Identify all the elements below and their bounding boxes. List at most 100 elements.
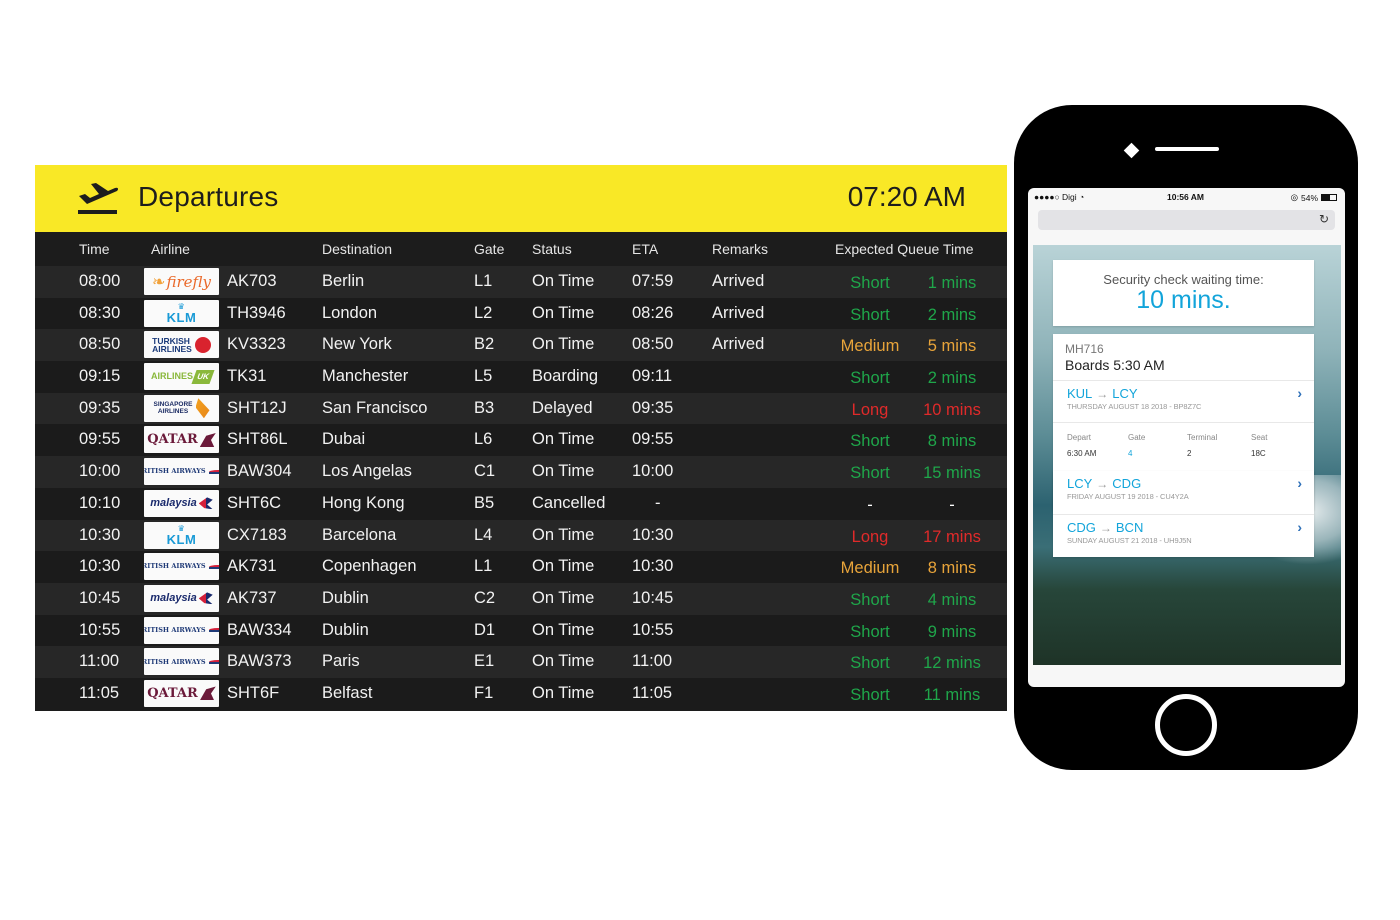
eta: 08:26 — [632, 303, 674, 322]
flight-number: SHT86L — [227, 430, 288, 449]
arrow-right-icon: → — [1096, 477, 1109, 491]
departure-row: 10:30 AK731 Copenhagen L1 On Time 10:30 BRITIS… — [35, 551, 1007, 583]
url-bar[interactable]: ↻ — [1038, 210, 1335, 230]
destination: Dubai — [322, 430, 366, 449]
status: On Time — [532, 303, 595, 322]
departure-time: 09:35 — [79, 398, 121, 417]
queue-time: 8 mins — [927, 432, 977, 451]
eta: 09:11 — [632, 367, 673, 386]
status: On Time — [532, 683, 595, 702]
destination: Paris — [322, 652, 360, 671]
departure-time: 10:30 — [79, 557, 121, 576]
gate: C1 — [474, 462, 496, 481]
status: Delayed — [532, 398, 593, 417]
trip-row[interactable]: LCY → CDG FRIDAY AUGUST 19 2018 - CU4Y2A › — [1053, 471, 1314, 514]
gate: B3 — [474, 398, 495, 417]
destination: Dublin — [322, 588, 369, 607]
gate: B5 — [474, 493, 495, 512]
wifi-icon: ◔ — [1079, 192, 1085, 202]
queue-level: Medium — [840, 337, 900, 356]
route-row[interactable]: KUL → LCY THURSDAY AUGUST 18 2018 - BP8Z7C… — [1053, 380, 1314, 422]
airline-logo: TURKISH AIRLINES — [144, 331, 219, 359]
battery-icon — [1321, 194, 1337, 201]
destination: London — [322, 303, 378, 322]
col-destination: Destination — [322, 241, 393, 257]
status: On Time — [532, 588, 595, 607]
eta: 10:30 — [632, 525, 674, 544]
gate: B2 — [474, 335, 495, 354]
flight-number: AK737 — [227, 588, 277, 607]
flight-number: BAW304 — [227, 462, 292, 481]
destination: New York — [322, 335, 392, 354]
status-time: 10:56 AM — [1167, 192, 1205, 202]
departure-time: 10:45 — [79, 588, 121, 607]
queue-level: Short — [850, 369, 890, 388]
reload-icon[interactable]: ↻ — [1319, 212, 1329, 226]
departure-row: 09:55 SHT86L Dubai L6 On Time 09:55 QATAR Short… — [35, 424, 1007, 457]
eta: 10:30 — [632, 557, 674, 576]
airline-logo: BRITISH AIRWAYS — [144, 553, 219, 581]
gate: L5 — [474, 367, 493, 386]
status: On Time — [532, 557, 595, 576]
queue-time: 2 mins — [927, 369, 977, 388]
battery-status: ◎ 54% — [1291, 192, 1337, 203]
departure-row: 11:05 SHT6F Belfast F1 On Time 11:05 QATAR Shor… — [35, 677, 1007, 710]
flight-number: TK31 — [227, 367, 267, 386]
airline-logo: malaysia — [144, 584, 219, 612]
queue-level: Long — [851, 400, 889, 419]
departures-list: 08:00 AK703 Berlin L1 On Time 07:59 Arrived ❧fi… — [35, 266, 1007, 710]
flight-number: KV3323 — [227, 335, 286, 354]
status: On Time — [532, 272, 595, 290]
airline-logo: ♛ KLM — [144, 521, 219, 549]
destination: Manchester — [322, 367, 409, 386]
airline-logo: BRITISH AIRWAYS — [144, 458, 219, 486]
queue-time: 11 mins — [923, 685, 981, 704]
chevron-right-icon[interactable]: › — [1297, 385, 1302, 401]
queue-level: Medium — [840, 559, 900, 578]
gate: F1 — [474, 683, 494, 702]
home-button[interactable] — [1155, 694, 1217, 756]
gate: L1 — [474, 272, 493, 290]
gate: L4 — [474, 525, 493, 544]
flight-code: MH716 — [1065, 342, 1104, 356]
queue-time: 1 mins — [927, 274, 977, 292]
eta: 07:59 — [632, 272, 674, 290]
queue-time: 12 mins — [923, 654, 981, 673]
detail-terminal: Terminal 2 — [1187, 433, 1218, 458]
col-time: Time — [79, 241, 110, 257]
departures-board: Departures 07:20 AM Time Airline Destina… — [35, 165, 1007, 711]
status: On Time — [532, 335, 595, 354]
flight-number: CX7183 — [227, 525, 287, 544]
queue-level: Short — [850, 654, 890, 673]
lock-rotation-icon: ◎ — [1290, 192, 1298, 202]
eta: - — [655, 493, 661, 512]
eta: 10:45 — [632, 588, 674, 607]
airline-logo: SINGAPORE AIRLINES — [144, 394, 219, 422]
departure-row: 09:35 SHT12J San Francisco B3 Delayed 09:35 SI… — [35, 392, 1007, 425]
departure-time: 08:30 — [79, 303, 121, 322]
airline-logo: BRITISH AIRWAYS — [144, 616, 219, 644]
queue-level: - — [867, 495, 873, 514]
status: On Time — [532, 462, 595, 481]
col-queue: Expected Queue Time — [835, 241, 974, 257]
speaker-icon — [1155, 147, 1219, 151]
departure-time: 10:55 — [79, 620, 121, 639]
arrow-right-icon: → — [1096, 387, 1109, 401]
gate: L6 — [474, 430, 493, 449]
trip-row[interactable]: CDG → BCN SUNDAY AUGUST 21 2018 - UH9J5N › — [1053, 514, 1314, 557]
airline-logo: ♛ KLM — [144, 299, 219, 327]
camera-icon — [1123, 142, 1140, 159]
status: On Time — [532, 430, 595, 449]
airline-logo: AIRLINES UK — [144, 363, 219, 391]
chevron-right-icon[interactable]: › — [1297, 475, 1302, 491]
chevron-right-icon[interactable]: › — [1297, 519, 1302, 535]
status: Boarding — [532, 367, 599, 386]
departure-row: 10:30 CX7183 Barcelona L4 On Time 10:30 ♛ KLM Lo… — [35, 519, 1007, 552]
eta: 10:00 — [632, 462, 674, 481]
gate: D1 — [474, 620, 496, 639]
remarks: Arrived — [712, 335, 765, 354]
queue-time: 15 mins — [923, 464, 981, 483]
flight-number: AK731 — [227, 557, 277, 576]
departure-time: 08:00 — [79, 272, 121, 290]
departure-row: 09:15 TK31 Manchester L5 Boarding 09:11 AIRLIN… — [35, 361, 1007, 393]
